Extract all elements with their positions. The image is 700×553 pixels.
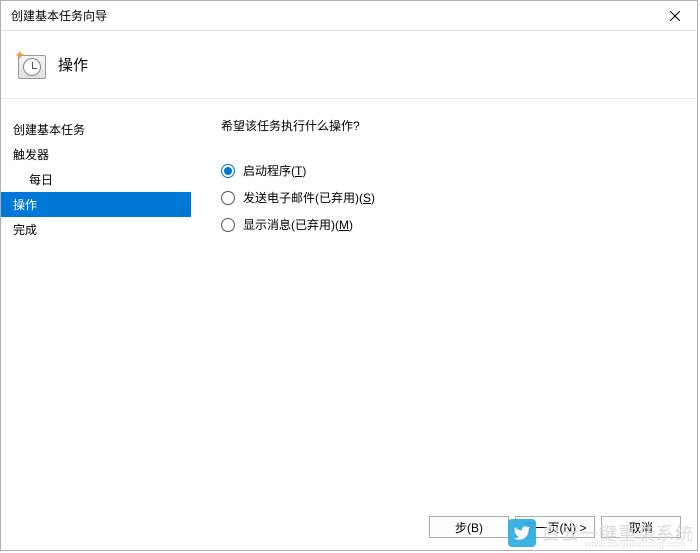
sidebar-item-3[interactable]: 操作	[1, 192, 191, 217]
radio-label: 发送电子邮件(已弃用)(S)	[243, 189, 375, 206]
wizard-window: 创建基本任务向导 ✦ 操作 创建基本任务触发器每日操作完成 希望该任务执行什么操…	[0, 0, 698, 551]
task-scheduler-icon: ✦	[16, 49, 48, 81]
sidebar-item-0[interactable]: 创建基本任务	[1, 117, 191, 142]
wizard-header: ✦ 操作	[1, 31, 697, 99]
page-title: 操作	[58, 54, 88, 75]
radio-icon	[221, 191, 235, 205]
action-option-2[interactable]: 显示消息(已弃用)(M)	[221, 216, 677, 233]
sidebar-item-4[interactable]: 完成	[1, 217, 191, 242]
back-button[interactable]: 步(B)	[429, 516, 509, 538]
wizard-body: 创建基本任务触发器每日操作完成 希望该任务执行什么操作? 启动程序(T) 发送电子…	[1, 99, 697, 509]
sidebar-item-2[interactable]: 每日	[1, 167, 191, 192]
question-label: 希望该任务执行什么操作?	[221, 117, 677, 134]
next-button[interactable]: 下一页(N) >	[515, 516, 595, 538]
wizard-main: 希望该任务执行什么操作? 启动程序(T) 发送电子邮件(已弃用)(S) 显示消息(已…	[191, 99, 697, 509]
wizard-sidebar: 创建基本任务触发器每日操作完成	[1, 99, 191, 509]
window-title: 创建基本任务向导	[11, 7, 107, 24]
cancel-button[interactable]: 取消	[601, 516, 681, 538]
radio-label: 启动程序(T)	[243, 162, 306, 179]
radio-icon	[221, 218, 235, 232]
action-radio-group: 启动程序(T) 发送电子邮件(已弃用)(S) 显示消息(已弃用)(M)	[221, 162, 677, 233]
action-option-0[interactable]: 启动程序(T)	[221, 162, 677, 179]
wizard-footer: 步(B) 下一页(N) > 取消	[429, 516, 681, 538]
close-button[interactable]	[652, 1, 697, 31]
titlebar: 创建基本任务向导	[1, 1, 697, 31]
close-icon	[670, 11, 680, 21]
sidebar-item-1[interactable]: 触发器	[1, 142, 191, 167]
radio-icon	[221, 164, 235, 178]
radio-label: 显示消息(已弃用)(M)	[243, 216, 353, 233]
action-option-1[interactable]: 发送电子邮件(已弃用)(S)	[221, 189, 677, 206]
